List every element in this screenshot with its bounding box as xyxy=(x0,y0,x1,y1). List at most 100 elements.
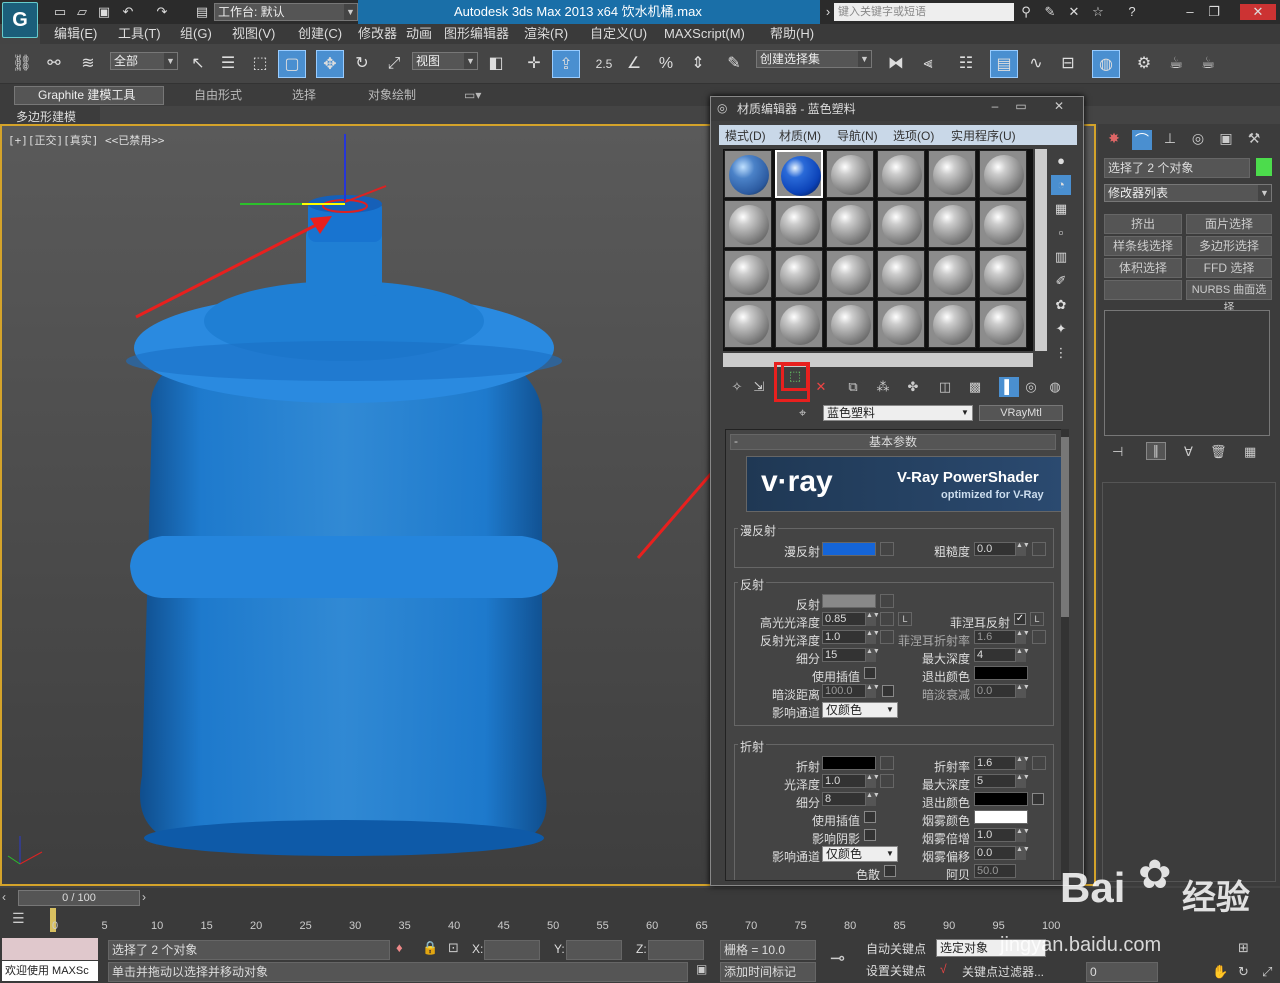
slots-scrollbar[interactable] xyxy=(723,353,1033,367)
refr-max-depth-spinner[interactable]: 5 xyxy=(974,774,1016,788)
modifier-spline-select-button[interactable]: 样条线选择 xyxy=(1104,236,1182,256)
material-slot[interactable] xyxy=(826,250,874,298)
lock-icon[interactable]: 🔒 xyxy=(422,940,438,956)
binoculars-icon[interactable]: ⚲ xyxy=(1018,4,1034,20)
spinner-arrows[interactable]: ▲▼ xyxy=(1016,846,1030,860)
hilight-gloss-map-button[interactable] xyxy=(880,612,894,626)
material-slot[interactable] xyxy=(826,300,874,348)
put-to-scene-icon[interactable]: ⇲ xyxy=(749,377,769,397)
modifier-vol-select-button[interactable]: 体积选择 xyxy=(1104,258,1182,278)
basic-params-rollout[interactable]: 基本参数 xyxy=(730,434,1056,450)
key-icon[interactable]: ⊸ xyxy=(830,948,845,969)
restore-icon[interactable]: ❐ xyxy=(1206,4,1222,20)
reset-map-icon[interactable]: ✕ xyxy=(811,377,831,397)
material-slot[interactable] xyxy=(724,300,772,348)
tab-graphite[interactable]: Graphite 建模工具 xyxy=(38,87,135,104)
timeline-ticks[interactable]: 0 5 10 15 20 25 30 35 40 45 50 55 60 65 70 75 80 85 90 95 10… xyxy=(52,908,1060,934)
snap-toggle-icon[interactable]: 2.5 xyxy=(590,50,618,78)
reflect-map-button[interactable] xyxy=(880,594,894,608)
select-rotate-icon[interactable]: ↻ xyxy=(348,50,376,78)
fog-color-swatch[interactable] xyxy=(974,810,1028,824)
track-bar-icon[interactable]: ☰ xyxy=(12,910,25,927)
keyboard-shortcut-icon[interactable]: ⇪ xyxy=(552,50,580,78)
maximize-icon[interactable]: ▭ xyxy=(1009,99,1033,113)
material-slot[interactable] xyxy=(775,150,823,198)
copy-material-icon[interactable]: ⧉ xyxy=(843,377,863,397)
select-move-icon[interactable]: ✥ xyxy=(316,50,344,78)
fresnel-ior-map-button[interactable] xyxy=(1032,630,1046,644)
spinner-arrows[interactable]: ▲▼ xyxy=(1016,630,1030,644)
uv-tiling-icon[interactable]: ▫ xyxy=(1051,223,1071,243)
material-slot[interactable] xyxy=(724,200,772,248)
communication-icon[interactable]: ✎ xyxy=(1042,4,1058,20)
material-slot[interactable] xyxy=(979,150,1027,198)
hilight-gloss-spinner[interactable]: 0.85 xyxy=(822,612,866,626)
roughness-spinner-arrows[interactable]: ▲▼ xyxy=(1016,542,1030,556)
current-frame-field[interactable]: 0 xyxy=(1086,962,1158,982)
remove-modifier-icon[interactable]: 🗑 xyxy=(1210,444,1227,460)
refr-gloss-spinner[interactable]: 1.0 xyxy=(822,774,866,788)
modifier-list-dropdown[interactable]: 修改器列表 ▼ xyxy=(1104,184,1272,202)
material-slot[interactable] xyxy=(724,250,772,298)
material-editor-icon[interactable]: ◍ xyxy=(1092,50,1120,78)
material-slot[interactable] xyxy=(877,200,925,248)
material-slot[interactable] xyxy=(877,250,925,298)
diffuse-color-swatch[interactable] xyxy=(822,542,876,556)
modifier-extrude-button[interactable]: 挤出 xyxy=(1104,214,1182,234)
reflect-color-swatch[interactable] xyxy=(822,594,876,608)
tab-poly-modeling[interactable]: 多边形建模 xyxy=(16,108,76,125)
link-icon[interactable]: ⛓ xyxy=(8,50,36,78)
timeline-left-icon[interactable]: ‹ xyxy=(2,890,6,904)
menu-graph-editors[interactable]: 图形编辑器 xyxy=(444,24,509,44)
material-type-button[interactable]: VRayMtl xyxy=(979,405,1063,421)
fresnel-checkbox[interactable]: ✓ xyxy=(1014,613,1026,625)
redo-icon[interactable]: ↷ xyxy=(154,4,170,20)
modify-tab-icon[interactable]: ⌒ xyxy=(1132,130,1152,150)
percent-snap-icon[interactable]: % xyxy=(652,50,680,78)
backlight-icon[interactable]: ◔ xyxy=(1051,175,1071,195)
menu-create[interactable]: 创建(C) xyxy=(298,24,342,44)
render-setup-icon[interactable]: ⚙ xyxy=(1130,50,1158,78)
layer-manager-icon[interactable]: ☷ xyxy=(952,50,980,78)
material-slot[interactable] xyxy=(826,150,874,198)
go-parent-icon[interactable]: ◎ xyxy=(1021,377,1041,397)
named-selection-dropdown[interactable]: 创建选择集 ▼ xyxy=(756,50,872,68)
menu-views[interactable]: 视图(V) xyxy=(232,24,275,44)
window-crossing-icon[interactable]: ▢ xyxy=(278,50,306,78)
graphite-toggle-icon[interactable]: ▤ xyxy=(990,50,1018,78)
select-by-name-icon[interactable]: ☰ xyxy=(214,50,242,78)
object-name-field[interactable]: 选择了 2 个对象 xyxy=(1104,158,1250,178)
close-icon[interactable]: ✕ xyxy=(1045,99,1073,113)
select-scale-icon[interactable]: ⤢ xyxy=(380,50,408,78)
bind-space-warp-icon[interactable]: ≋ xyxy=(74,50,102,78)
fog-mult-spinner[interactable]: 1.0 xyxy=(974,828,1016,842)
pivot-center-icon[interactable]: ◧ xyxy=(482,50,510,78)
material-slot[interactable] xyxy=(877,150,925,198)
set-key-button[interactable]: 设置关键点 xyxy=(866,962,932,979)
material-navigator-icon[interactable]: ⋮ xyxy=(1051,343,1071,363)
align-icon[interactable]: ⫷ xyxy=(914,50,942,78)
spinner-arrows[interactable]: ▲▼ xyxy=(1016,756,1030,770)
make-unique-icon[interactable]: ⁂ xyxy=(873,377,893,397)
time-slider[interactable]: 0 / 100 xyxy=(18,890,140,906)
maxscript-listener[interactable] xyxy=(2,938,98,960)
z-coord-field[interactable] xyxy=(648,940,704,960)
spinner-arrows[interactable]: ▲▼ xyxy=(1016,828,1030,842)
key-filter-icon[interactable]: √ xyxy=(940,962,947,976)
modifier-patch-select-button[interactable]: 面片选择 xyxy=(1186,214,1272,234)
mat-menu-navigation[interactable]: 导航(N) xyxy=(837,127,878,144)
spinner-arrows[interactable]: ▲▼ xyxy=(866,792,880,806)
isolate-icon[interactable]: ♦ xyxy=(396,940,403,955)
material-slot[interactable] xyxy=(928,300,976,348)
project-folder-icon[interactable]: ▤ xyxy=(194,4,210,20)
maximize-viewport-icon[interactable]: ⤢ xyxy=(1262,964,1272,980)
mat-menu-modes[interactable]: 模式(D) xyxy=(725,127,766,144)
edit-named-sel-icon[interactable]: ✎ xyxy=(720,50,748,78)
refl-exit-color-swatch[interactable] xyxy=(974,666,1028,680)
add-time-tag[interactable]: 添加时间标记 xyxy=(720,962,816,982)
schematic-view-icon[interactable]: ⊟ xyxy=(1054,50,1082,78)
rect-selection-icon[interactable]: ⬚ xyxy=(246,50,274,78)
rendered-frame-icon[interactable]: ☕ xyxy=(1162,50,1190,78)
angle-snap-icon[interactable]: ∠ xyxy=(620,50,648,78)
refl-subdivs-spinner[interactable]: 15 xyxy=(822,648,866,662)
